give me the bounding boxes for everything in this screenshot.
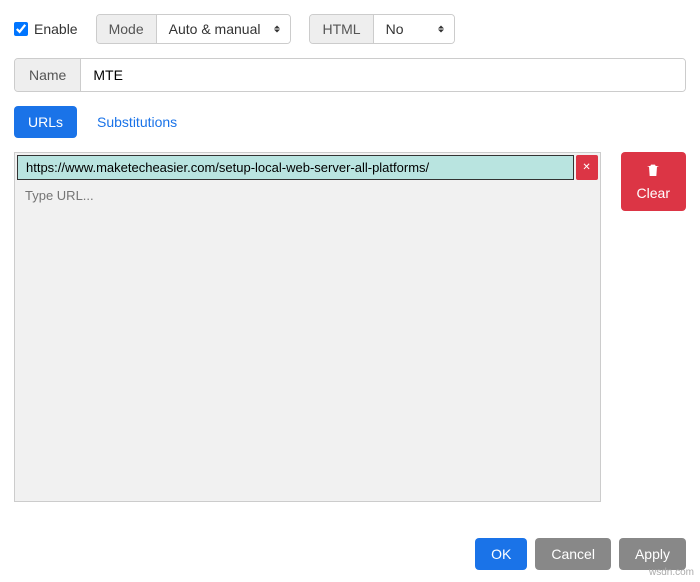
footer-buttons: OK Cancel Apply — [475, 538, 686, 570]
mode-select[interactable]: Auto & manual — [157, 15, 291, 43]
url-list-panel: ✕ — [14, 152, 601, 502]
url-row: ✕ — [15, 153, 600, 182]
clear-button[interactable]: Clear — [621, 152, 686, 211]
apply-button[interactable]: Apply — [619, 538, 686, 570]
name-input[interactable] — [81, 59, 685, 91]
html-select[interactable]: No — [374, 15, 454, 43]
chevron-sort-icon — [438, 26, 444, 33]
name-label: Name — [15, 59, 81, 91]
cancel-button[interactable]: Cancel — [535, 538, 611, 570]
html-value: No — [386, 21, 404, 37]
ok-button[interactable]: OK — [475, 538, 527, 570]
enable-label: Enable — [34, 21, 78, 37]
enable-checkbox-group[interactable]: Enable — [14, 21, 78, 37]
tab-urls[interactable]: URLs — [14, 106, 77, 138]
mode-dropdown-group: Mode Auto & manual — [96, 14, 292, 44]
html-dropdown-group: HTML No — [309, 14, 454, 44]
tab-substitutions[interactable]: Substitutions — [83, 106, 191, 138]
close-icon: ✕ — [582, 162, 590, 173]
remove-url-button[interactable]: ✕ — [576, 155, 598, 180]
mode-label: Mode — [97, 15, 157, 43]
chevron-sort-icon — [274, 26, 280, 33]
tab-bar: URLs Substitutions — [14, 106, 686, 138]
enable-checkbox[interactable] — [14, 22, 28, 36]
mode-value: Auto & manual — [169, 21, 261, 37]
url-input[interactable] — [17, 155, 574, 180]
url-input-new[interactable] — [15, 182, 600, 209]
clear-label: Clear — [637, 185, 670, 201]
name-field-group: Name — [14, 58, 686, 92]
html-label: HTML — [310, 15, 373, 43]
trash-icon — [645, 162, 661, 181]
